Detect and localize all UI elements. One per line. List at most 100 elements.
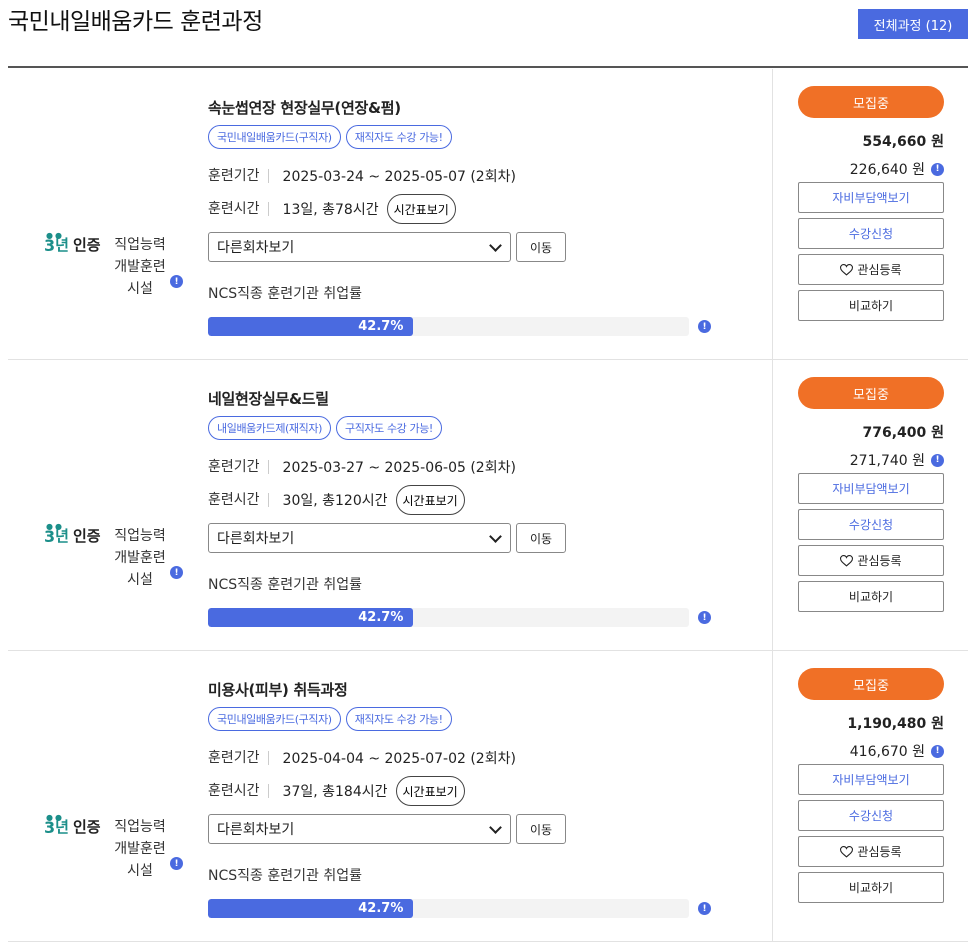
course-tag: 내일배움카드제(재직자) bbox=[208, 416, 331, 440]
certification-badge: ●● 3 년 인증 bbox=[44, 231, 101, 255]
employment-info-icon[interactable]: ! bbox=[698, 902, 711, 915]
recruiting-status-badge: 모집중 bbox=[798, 86, 944, 118]
timetable-button[interactable]: 시간표보기 bbox=[386, 194, 456, 224]
facility-label: 직업능력 개발훈련 시설 bbox=[114, 819, 166, 879]
recruiting-status-badge: 모집중 bbox=[798, 377, 944, 409]
other-rounds-select[interactable]: 다른회차보기 bbox=[208, 232, 511, 262]
column-divider bbox=[772, 69, 773, 359]
training-hours-label: 훈련시간 bbox=[208, 784, 269, 798]
course-tag: 국민내일배움카드(구직자) bbox=[208, 707, 341, 731]
recruiting-status-badge: 모집중 bbox=[798, 668, 944, 700]
wishlist-button[interactable]: 관심등록 bbox=[798, 836, 944, 867]
course-tags: 내일배움카드제(재직자) 구직자도 수강 가능! bbox=[208, 416, 442, 440]
other-rounds-select[interactable]: 다른회차보기 bbox=[208, 523, 511, 553]
course-price: 1,190,480 원 bbox=[847, 716, 944, 732]
compare-button[interactable]: 비교하기 bbox=[798, 290, 944, 321]
facility-label: 직업능력 개발훈련 시설 bbox=[114, 528, 166, 588]
facility-info-icon[interactable]: ! bbox=[170, 566, 183, 579]
apply-button[interactable]: 수강신청 bbox=[798, 509, 944, 540]
cert-year-number: ●● 3 bbox=[44, 231, 64, 255]
self-pay-view-button[interactable]: 자비부담액보기 bbox=[798, 764, 944, 795]
apply-button[interactable]: 수강신청 bbox=[798, 800, 944, 831]
other-rounds-select[interactable]: 다른회차보기 bbox=[208, 814, 511, 844]
timetable-button[interactable]: 시간표보기 bbox=[395, 485, 465, 515]
self-pay-view-button[interactable]: 자비부담액보기 bbox=[798, 182, 944, 213]
training-hours-value: 37일, 총184시간 bbox=[282, 784, 388, 800]
self-pay-price: 416,670 원 ! bbox=[850, 741, 944, 761]
training-period-row: 훈련기간 2025-03-24 ~ 2025-05-07 (2회차) bbox=[208, 166, 516, 186]
training-period-label: 훈련기간 bbox=[208, 169, 269, 183]
employment-rate-fill: 42.7% bbox=[208, 317, 414, 336]
certification-badge: ●● 3 년 인증 bbox=[44, 522, 101, 546]
cert-year-number: ●● 3 bbox=[44, 522, 64, 546]
all-courses-button[interactable]: 전체과정 (12) bbox=[858, 9, 968, 39]
course-tag: 구직자도 수강 가능! bbox=[335, 416, 442, 440]
training-hours-value: 30일, 총120시간 bbox=[282, 493, 388, 509]
move-button[interactable]: 이동 bbox=[516, 523, 566, 553]
course-card: ●● 3 년 인증 직업능력 개발훈련 시설 ! 미용사(피부) 취득과정 국민내… bbox=[8, 651, 968, 942]
cert-label: 인증 bbox=[72, 818, 101, 836]
course-price: 776,400 원 bbox=[862, 425, 944, 441]
training-hours-row: 훈련시간 13일, 총78시간 시간표보기 bbox=[208, 194, 456, 224]
course-tag: 재직자도 수강 가능! bbox=[345, 707, 452, 731]
training-period-value: 2025-03-24 ~ 2025-05-07 (2회차) bbox=[282, 169, 516, 185]
self-pay-info-icon[interactable]: ! bbox=[931, 162, 944, 176]
employment-rate-fill: 42.7% bbox=[208, 608, 414, 627]
heart-icon bbox=[840, 845, 854, 858]
course-card: ●● 3 년 인증 직업능력 개발훈련 시설 ! 네일현장실무&드릴 내일배움카드… bbox=[8, 360, 968, 651]
wishlist-button[interactable]: 관심등록 bbox=[798, 545, 944, 576]
facility-info-icon[interactable]: ! bbox=[170, 857, 183, 870]
facility-label: 직업능력 개발훈련 시설 bbox=[114, 237, 166, 297]
certification-badge: ●● 3 년 인증 bbox=[44, 813, 101, 837]
training-period-row: 훈련기간 2025-03-27 ~ 2025-06-05 (2회차) bbox=[208, 457, 516, 477]
employment-info-icon[interactable]: ! bbox=[698, 320, 711, 333]
course-tags: 국민내일배움카드(구직자) 재직자도 수강 가능! bbox=[208, 707, 452, 731]
timetable-button[interactable]: 시간표보기 bbox=[395, 776, 465, 806]
course-title[interactable]: 네일현장실무&드릴 bbox=[208, 388, 329, 409]
move-button[interactable]: 이동 bbox=[516, 814, 566, 844]
cert-dots-icon: ●● bbox=[46, 522, 64, 531]
course-title[interactable]: 미용사(피부) 취득과정 bbox=[208, 679, 348, 700]
employment-rate-bar: 42.7% bbox=[208, 317, 689, 336]
cert-label: 인증 bbox=[72, 236, 101, 254]
move-button[interactable]: 이동 bbox=[516, 232, 566, 262]
cert-dots-icon: ●● bbox=[46, 813, 64, 822]
chevron-down-icon bbox=[489, 820, 502, 834]
self-pay-info-icon[interactable]: ! bbox=[931, 453, 944, 467]
chevron-down-icon bbox=[489, 529, 502, 543]
page-title: 국민내일배움카드 훈련과정 bbox=[8, 9, 263, 35]
course-tag: 재직자도 수강 가능! bbox=[345, 125, 452, 149]
course-tags: 국민내일배움카드(구직자) 재직자도 수강 가능! bbox=[208, 125, 452, 149]
training-period-row: 훈련기간 2025-04-04 ~ 2025-07-02 (2회차) bbox=[208, 748, 516, 768]
cert-dots-icon: ●● bbox=[46, 231, 64, 240]
column-divider bbox=[772, 360, 773, 650]
course-tag: 국민내일배움카드(구직자) bbox=[208, 125, 341, 149]
employment-info-icon[interactable]: ! bbox=[698, 611, 711, 624]
wishlist-button[interactable]: 관심등록 bbox=[798, 254, 944, 285]
self-pay-info-icon[interactable]: ! bbox=[931, 744, 944, 758]
course-price: 554,660 원 bbox=[862, 134, 944, 150]
training-period-label: 훈련기간 bbox=[208, 751, 269, 765]
employment-rate-fill: 42.7% bbox=[208, 899, 414, 918]
cert-label: 인증 bbox=[72, 527, 101, 545]
ncs-employment-label: NCS직종 훈련기관 취업률 bbox=[208, 577, 362, 593]
self-pay-price: 226,640 원 ! bbox=[850, 159, 944, 179]
cert-year-number: ●● 3 bbox=[44, 813, 64, 837]
compare-button[interactable]: 비교하기 bbox=[798, 581, 944, 612]
self-pay-view-button[interactable]: 자비부담액보기 bbox=[798, 473, 944, 504]
apply-button[interactable]: 수강신청 bbox=[798, 218, 944, 249]
facility-info-icon[interactable]: ! bbox=[170, 275, 183, 288]
heart-icon bbox=[840, 554, 854, 567]
training-hours-label: 훈련시간 bbox=[208, 202, 269, 216]
course-card: ●● 3 년 인증 직업능력 개발훈련 시설 ! 속눈썹연장 현장실무(연장&펌)… bbox=[8, 69, 968, 360]
training-hours-label: 훈련시간 bbox=[208, 493, 269, 507]
heart-icon bbox=[840, 263, 854, 276]
chevron-down-icon bbox=[489, 238, 502, 252]
compare-button[interactable]: 비교하기 bbox=[798, 872, 944, 903]
course-title[interactable]: 속눈썹연장 현장실무(연장&펌) bbox=[208, 97, 401, 118]
employment-rate-bar: 42.7% bbox=[208, 608, 689, 627]
ncs-employment-label: NCS직종 훈련기관 취업률 bbox=[208, 868, 362, 884]
training-period-label: 훈련기간 bbox=[208, 460, 269, 474]
column-divider bbox=[772, 651, 773, 941]
training-hours-row: 훈련시간 30일, 총120시간 시간표보기 bbox=[208, 485, 465, 515]
